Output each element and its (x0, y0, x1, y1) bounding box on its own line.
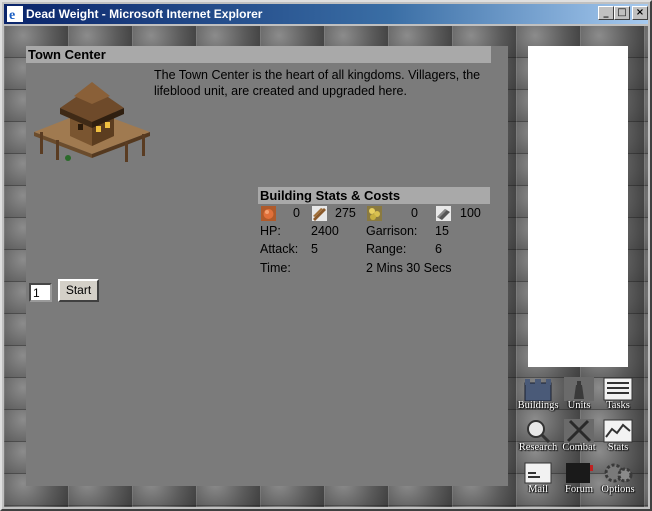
nav-stats[interactable]: Stats (598, 418, 638, 456)
nav-units[interactable]: Units (559, 376, 599, 414)
time-label: Time: (260, 261, 291, 275)
mailbox-icon (566, 463, 593, 483)
building-title: Town Center (26, 46, 491, 63)
garrison-value: 15 (435, 224, 449, 238)
nav-options[interactable]: Options (598, 460, 638, 498)
knight-icon (564, 377, 594, 401)
gears-icon (604, 463, 633, 483)
nav-label-stats: Stats (607, 442, 629, 453)
attack-value: 5 (311, 242, 318, 256)
food-cost: 0 (293, 206, 300, 220)
magnifier-icon (527, 420, 551, 443)
nav-label-options: Options (601, 484, 635, 495)
range-label: Range: (366, 242, 407, 256)
title-bar[interactable]: e Dead Weight - Microsoft Internet Explo… (4, 4, 648, 24)
nav-buildings[interactable]: Buildings (518, 376, 558, 414)
wood-cost: 275 (335, 206, 356, 220)
envelope-icon (524, 462, 552, 484)
building-description: The Town Center is the heart of all king… (154, 68, 481, 98)
stone-cost: 100 (460, 206, 481, 220)
stone-icon (436, 206, 451, 221)
nav-label-tasks: Tasks (606, 400, 630, 411)
wood-icon (312, 206, 327, 221)
chart-icon (603, 419, 633, 443)
list-icon (603, 377, 633, 401)
internet-explorer-icon: e (7, 6, 23, 22)
food-icon (261, 206, 276, 221)
close-button[interactable]: × (632, 6, 648, 20)
range-value: 6 (435, 242, 442, 256)
stats-header: Building Stats & Costs (258, 187, 490, 204)
nav-research[interactable]: Research (518, 418, 558, 456)
minimize-button[interactable]: _ (598, 6, 614, 20)
window-title: Dead Weight - Microsoft Internet Explore… (26, 7, 263, 21)
main-content: Town Center The Town Center is the heart… (26, 46, 508, 486)
garrison-label: Garrison: (366, 224, 418, 238)
hp-value: 2400 (311, 224, 339, 238)
gold-cost: 0 (411, 206, 418, 220)
gold-icon (367, 206, 382, 221)
side-panel (528, 46, 628, 367)
crossed-swords-icon (564, 419, 594, 443)
town-center-image (34, 82, 150, 162)
hp-label: HP: (260, 224, 281, 238)
attack-label: Attack: (260, 242, 299, 256)
castle-icon (524, 379, 552, 401)
nav-mail[interactable]: Mail (518, 460, 558, 498)
quantity-input[interactable] (29, 283, 52, 302)
nav-combat[interactable]: Combat (559, 418, 599, 456)
time-value: 2 Mins 30 Secs (366, 261, 452, 275)
maximize-button[interactable]: □ (614, 6, 630, 20)
svg-text:e: e (9, 8, 15, 22)
nav-tasks[interactable]: Tasks (598, 376, 638, 414)
browser-window: e Dead Weight - Microsoft Internet Explo… (0, 0, 652, 511)
nav-forum[interactable]: Forum (559, 460, 599, 498)
start-button[interactable]: Start (58, 279, 99, 302)
